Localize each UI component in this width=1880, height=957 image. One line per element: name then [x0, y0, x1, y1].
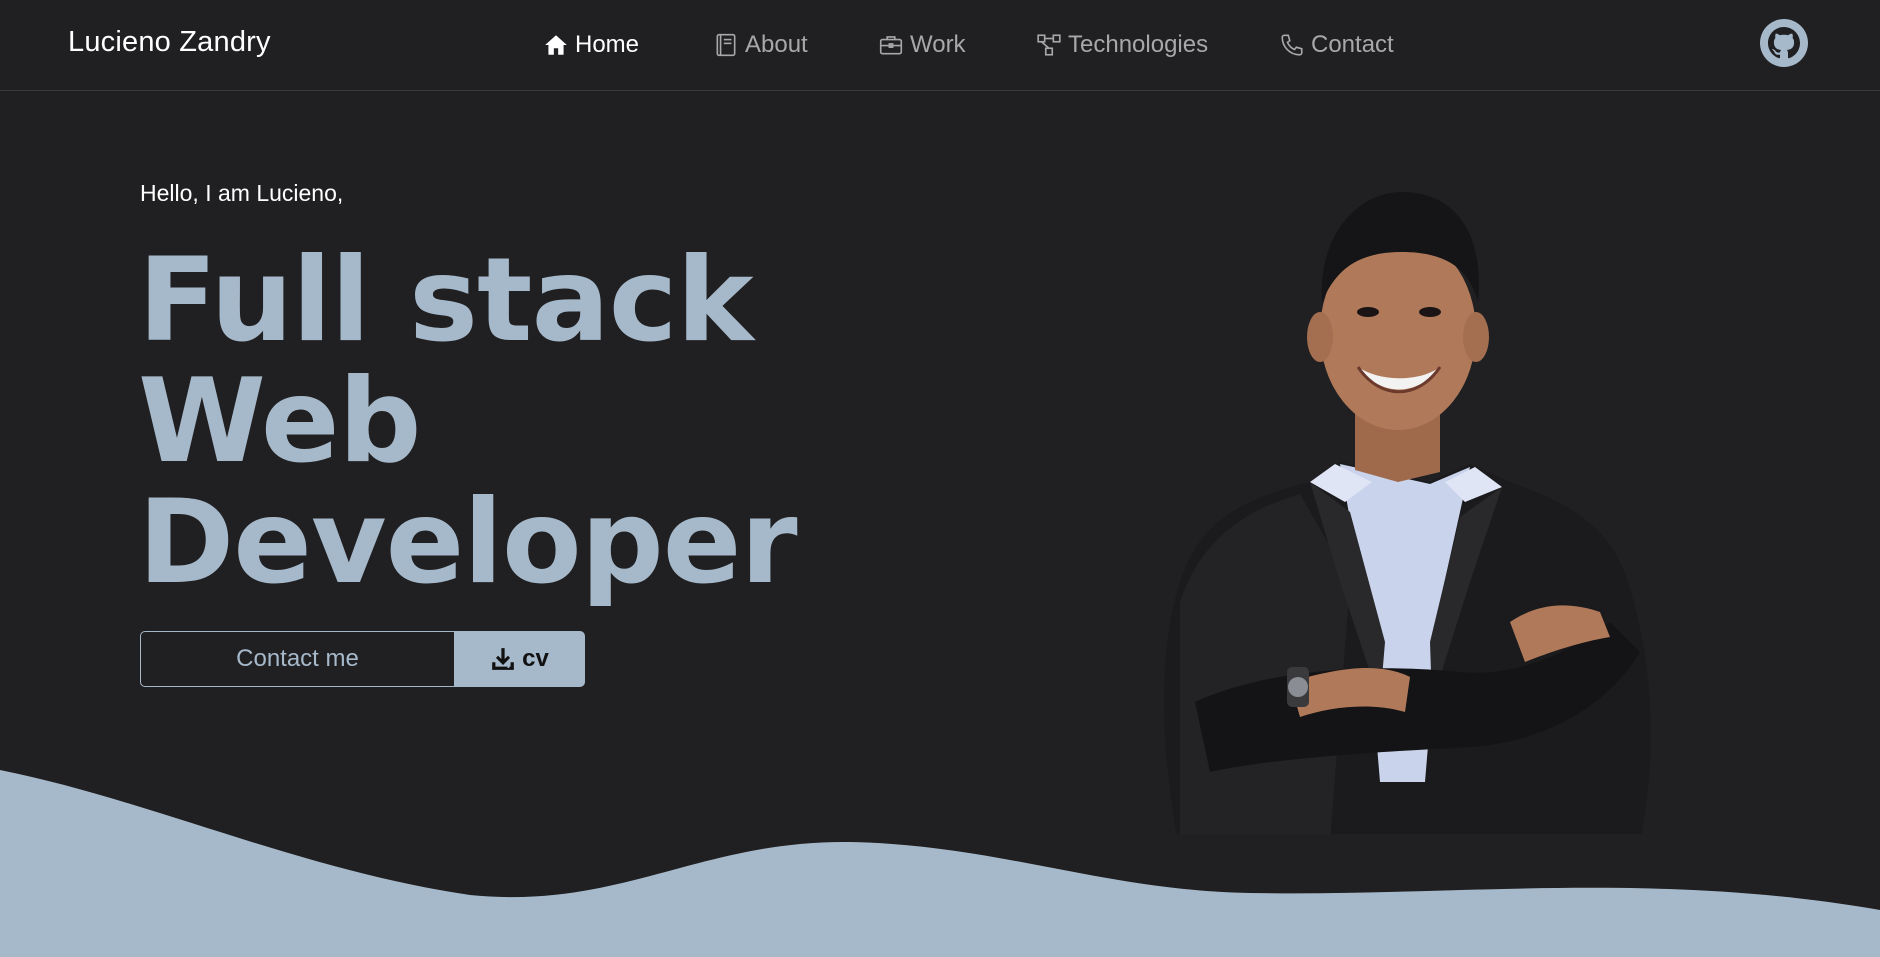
book-icon	[713, 32, 739, 58]
nav-label-technologies: Technologies	[1068, 31, 1209, 58]
nav-label-contact: Contact	[1311, 31, 1394, 58]
top-navbar: Lucieno Zandry Home About Work Technolog…	[0, 0, 1880, 91]
nav-label-home: Home	[575, 31, 640, 58]
hero-title-line-3: Developer	[138, 475, 798, 610]
phone-icon	[1279, 32, 1305, 58]
nav-item-home[interactable]: Home	[543, 28, 639, 62]
contact-me-button[interactable]: Contact me	[140, 631, 454, 687]
github-icon[interactable]	[1760, 19, 1808, 67]
hero-title-line-2: Web	[138, 354, 422, 489]
hero-button-group: Contact me cv	[140, 631, 585, 687]
brand-name[interactable]: Lucieno Zandry	[68, 26, 271, 59]
profile-photo	[1164, 192, 1651, 834]
home-icon	[543, 32, 569, 58]
nav-item-technologies[interactable]: Technologies	[1036, 28, 1208, 62]
cv-label: cv	[522, 645, 549, 672]
hero-title: Full stack Web Developer	[138, 240, 858, 603]
nav-item-about[interactable]: About	[713, 28, 808, 62]
nav-label-about: About	[745, 31, 808, 58]
download-icon	[490, 646, 516, 672]
diagram-icon	[1036, 32, 1062, 58]
briefcase-icon	[878, 32, 904, 58]
download-cv-button[interactable]: cv	[454, 631, 585, 687]
hero-title-line-1: Full stack	[138, 233, 754, 368]
hero-greeting: Hello, I am Lucieno,	[140, 180, 344, 206]
nav-label-work: Work	[910, 31, 966, 58]
nav-item-contact[interactable]: Contact	[1279, 28, 1394, 62]
decorative-wave	[0, 770, 1880, 957]
nav-item-work[interactable]: Work	[878, 28, 966, 62]
